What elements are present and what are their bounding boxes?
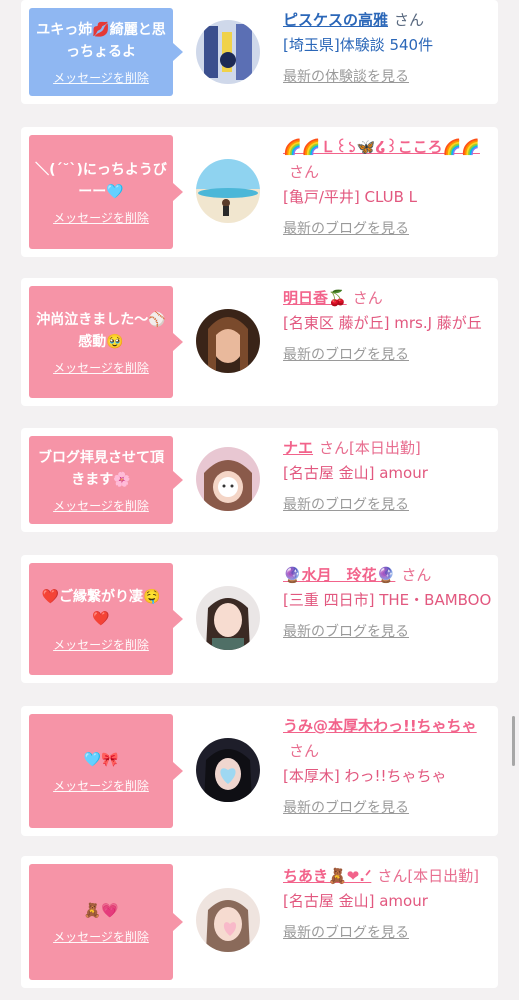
delete-message-link[interactable]: メッセージを削除	[53, 777, 149, 794]
message-bubble: ブログ拝見させて頂きます🌸 メッセージを削除	[29, 436, 183, 524]
entry-info: ナエ さん[本日出勤] [名古屋 金山] amour 最新のブログを見る	[283, 436, 493, 518]
message-card: ❤️ご縁繋がり凄🤤❤️ メッセージを削除 🔮水月 玲花🔮 さん [三重 四日市] …	[21, 555, 498, 683]
delete-message-link[interactable]: メッセージを削除	[53, 359, 149, 376]
delete-message-link[interactable]: メッセージを削除	[53, 209, 149, 226]
sender-subtitle: [名古屋 金山] amour	[283, 464, 428, 482]
latest-post-link[interactable]: 最新のブログを見る	[283, 921, 493, 946]
latest-post-link[interactable]: 最新のブログを見る	[283, 620, 493, 645]
message-bubble: ❤️ご縁繋がり凄🤤❤️ メッセージを削除	[29, 563, 183, 675]
sender-subtitle: [埼玉県]体験談 540件	[283, 36, 434, 54]
sender-subtitle: [亀戸/平井] CLUB L	[283, 188, 418, 206]
message-bubble: ユキっ姉💋綺麗と思っちょるよ メッセージを削除	[29, 8, 183, 96]
honorific: さん	[289, 742, 320, 760]
message-text: ブログ拝見させて頂きます🌸	[38, 449, 164, 488]
honorific: さん	[401, 566, 432, 584]
honorific: さん	[352, 289, 383, 307]
message-text: ユキっ姉💋綺麗と思っちょるよ	[36, 21, 166, 60]
latest-post-link[interactable]: 最新のブログを見る	[283, 493, 493, 518]
honorific: さん[本日出勤]	[377, 867, 480, 885]
sender-subtitle: [三重 四日市] THE・BAMBOO	[283, 591, 492, 609]
message-bubble: 🩵🎀 メッセージを削除	[29, 714, 183, 828]
message-text: ＼(ˊ˘ˋ)にっちようびーー🩵	[35, 161, 167, 200]
sender-name-link[interactable]: ナエ	[283, 439, 313, 457]
message-card: ユキっ姉💋綺麗と思っちょるよ メッセージを削除 ピスケスの高雅 さん [埼玉県]体…	[21, 0, 498, 104]
sender-name-link[interactable]: 🌈🌈Ｌ꒰১🦋໒꒱こころ🌈🌈	[283, 138, 480, 156]
entry-info: 🔮水月 玲花🔮 さん [三重 四日市] THE・BAMBOO 最新のブログを見る	[283, 563, 493, 645]
message-bubble: 沖尚泣きました〜⚾感動🥹 メッセージを削除	[29, 286, 183, 398]
message-text: 🧸💗	[83, 902, 119, 919]
honorific: さん[本日出勤]	[319, 439, 421, 457]
entry-info: うみ@本厚木わっ!!ちゃちゃさん [本厚木] わっ!!ちゃちゃ 最新のブログを見…	[283, 714, 493, 821]
latest-post-link[interactable]: 最新のブログを見る	[283, 343, 493, 368]
avatar[interactable]	[196, 738, 260, 802]
latest-post-link[interactable]: 最新の体験談を見る	[283, 65, 493, 90]
delete-message-link[interactable]: メッセージを削除	[53, 928, 149, 945]
delete-message-link[interactable]: メッセージを削除	[53, 497, 149, 514]
scrollbar[interactable]	[512, 716, 515, 766]
sender-name-link[interactable]: ちあき🧸❤︎.ᐟ	[283, 867, 371, 885]
message-card: 沖尚泣きました〜⚾感動🥹 メッセージを削除 明日香🍒 さん [名東区 藤が丘] m…	[21, 278, 498, 406]
honorific: さん	[394, 11, 425, 29]
message-card: ＼(ˊ˘ˋ)にっちようびーー🩵 メッセージを削除 🌈🌈Ｌ꒰১🦋໒꒱こころ🌈🌈 さん…	[21, 127, 498, 257]
avatar[interactable]	[196, 447, 260, 511]
latest-post-link[interactable]: 最新のブログを見る	[283, 217, 493, 242]
sender-name-link[interactable]: ピスケスの高雅	[283, 11, 388, 29]
avatar[interactable]	[196, 888, 260, 952]
avatar[interactable]	[196, 20, 260, 84]
message-bubble: 🧸💗 メッセージを削除	[29, 864, 183, 980]
message-text: 沖尚泣きました〜⚾感動🥹	[36, 311, 166, 350]
message-text: ❤️ご縁繋がり凄🤤❤️	[41, 588, 161, 627]
message-text: 🩵🎀	[83, 751, 119, 768]
entry-info: 🌈🌈Ｌ꒰১🦋໒꒱こころ🌈🌈 さん [亀戸/平井] CLUB L 最新のブログを見る	[283, 135, 493, 242]
sender-name-link[interactable]: 明日香🍒	[283, 289, 347, 307]
message-bubble: ＼(ˊ˘ˋ)にっちようびーー🩵 メッセージを削除	[29, 135, 183, 249]
sender-subtitle: [名古屋 金山] amour	[283, 892, 428, 910]
avatar[interactable]	[196, 309, 260, 373]
delete-message-link[interactable]: メッセージを削除	[53, 69, 149, 86]
sender-name-link[interactable]: 🔮水月 玲花🔮	[283, 566, 395, 584]
avatar[interactable]	[196, 159, 260, 223]
message-card: ブログ拝見させて頂きます🌸 メッセージを削除 ナエ さん[本日出勤] [名古屋 金…	[21, 428, 498, 532]
sender-subtitle: [本厚木] わっ!!ちゃちゃ	[283, 767, 447, 785]
latest-post-link[interactable]: 最新のブログを見る	[283, 796, 493, 821]
entry-info: ピスケスの高雅 さん [埼玉県]体験談 540件 最新の体験談を見る	[283, 8, 493, 90]
entry-info: 明日香🍒 さん [名東区 藤が丘] mrs.J 藤が丘 最新のブログを見る	[283, 286, 493, 368]
delete-message-link[interactable]: メッセージを削除	[53, 636, 149, 653]
message-card: 🧸💗 メッセージを削除 ちあき🧸❤︎.ᐟ さん[本日出勤] [名古屋 金山] am…	[21, 856, 498, 988]
avatar[interactable]	[196, 586, 260, 650]
honorific: さん	[289, 163, 320, 181]
entry-info: ちあき🧸❤︎.ᐟ さん[本日出勤] [名古屋 金山] amour 最新のブログを見…	[283, 864, 493, 946]
sender-subtitle: [名東区 藤が丘] mrs.J 藤が丘	[283, 314, 482, 332]
sender-name-link[interactable]: うみ@本厚木わっ!!ちゃちゃ	[283, 717, 477, 735]
message-card: 🩵🎀 メッセージを削除 うみ@本厚木わっ!!ちゃちゃさん [本厚木] わっ!!ち…	[21, 706, 498, 836]
